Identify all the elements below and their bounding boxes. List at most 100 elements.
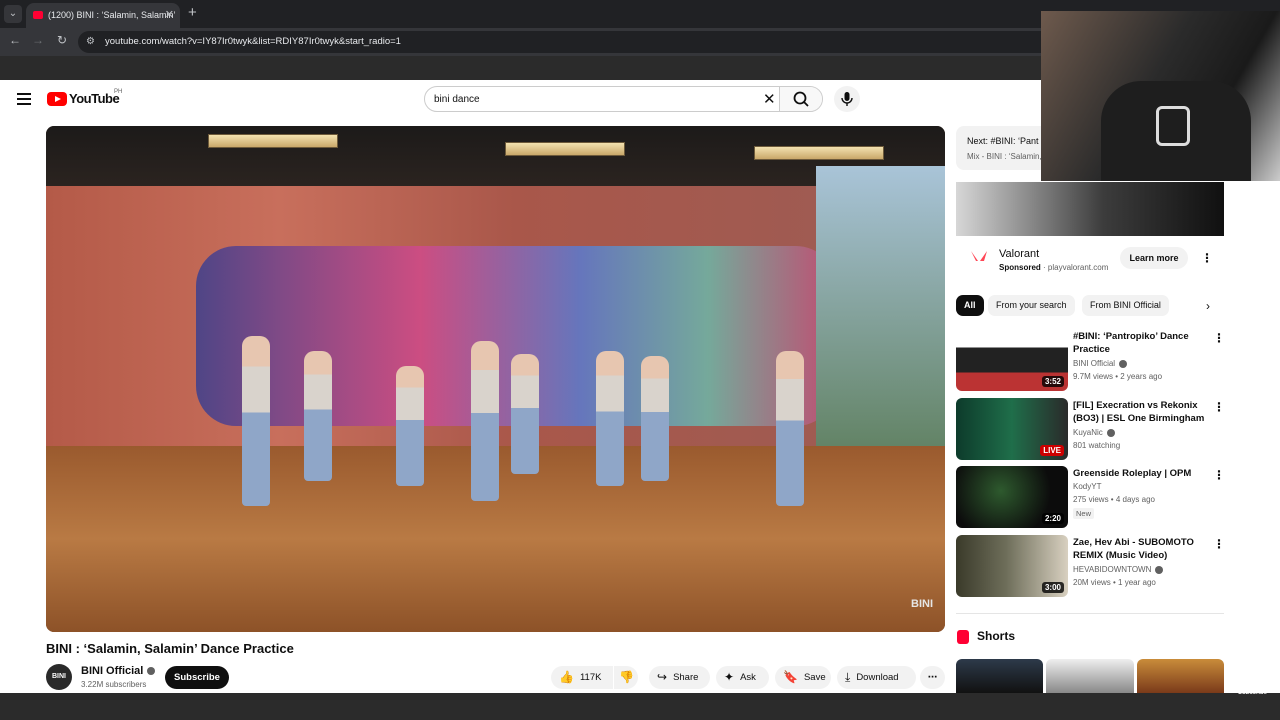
up-next-card[interactable]: Next: #BINI: ‘Pant Mix - BINI : ‘Salamin…	[956, 126, 1046, 170]
address-bar-url: youtube.com/watch?v=IY87Ir0twyk&list=RDI…	[105, 36, 401, 47]
channel-name-text: HEVABIDOWNTOWN	[1073, 565, 1152, 574]
verified-icon	[1119, 359, 1128, 368]
video-player[interactable]: BINI	[46, 126, 945, 632]
valorant-logo-icon	[971, 251, 987, 261]
video-thumbnail[interactable]: 2:20	[956, 466, 1068, 528]
address-bar[interactable]: ⚙ youtube.com/watch?v=IY87Ir0twyk&list=R…	[78, 31, 1058, 53]
dancer	[471, 341, 499, 501]
share-button[interactable]: ↪ Share	[649, 666, 710, 689]
channel-avatar[interactable]: BINI	[46, 664, 72, 690]
more-options-icon[interactable]: ⋮	[1213, 468, 1225, 482]
thumbs-down-icon: 👎	[619, 670, 634, 684]
close-tab-icon[interactable]: ✕	[165, 3, 174, 28]
short-thumbnail[interactable]	[956, 659, 1043, 693]
chip-from-your-search[interactable]: From your search	[988, 295, 1075, 316]
video-duration: 3:52	[1041, 376, 1064, 387]
dancer	[641, 356, 669, 481]
clear-search-icon[interactable]: ✕	[763, 90, 776, 108]
short-thumbnail[interactable]	[1137, 659, 1224, 693]
recommended-video[interactable]: 3:00 Zae, Hev Abi - SUBOMOTO REMIX (Musi…	[956, 535, 1225, 597]
video-title: BINI : ‘Salamin, Salamin’ Dance Practice	[46, 641, 294, 656]
microphone-icon	[841, 92, 853, 106]
sparkle-icon: ✦	[724, 670, 735, 684]
more-options-icon[interactable]: ⋮	[1213, 400, 1225, 414]
browser-tab-title: (1200) BINI : ‘Salamin, Salamin’	[48, 10, 176, 20]
channel-name[interactable]: BINI Official	[81, 665, 156, 677]
ad-banner-image[interactable]	[956, 182, 1224, 236]
more-options-icon[interactable]: ⋮	[1213, 537, 1225, 551]
verified-icon	[1155, 565, 1164, 574]
chevron-right-icon[interactable]: ›	[1198, 296, 1218, 316]
dancer	[511, 354, 539, 474]
subscribe-watermark: Subscribe	[1238, 690, 1268, 696]
ceiling-light	[208, 134, 338, 148]
reload-icon[interactable]: ↻	[53, 33, 71, 47]
bookmark-icon: 🔖	[783, 670, 798, 684]
site-info-icon[interactable]: ⚙	[86, 36, 98, 48]
chip-all[interactable]: All	[956, 295, 984, 316]
save-label: Save	[803, 672, 826, 684]
ceiling-light	[505, 142, 625, 156]
video-title[interactable]: Greenside Roleplay | OPM	[1073, 467, 1205, 480]
country-code: PH	[114, 89, 123, 95]
channel-name: KodyYT	[1073, 482, 1102, 491]
download-button[interactable]: ⤓ Download	[837, 666, 916, 689]
search-button[interactable]	[779, 87, 822, 111]
video-title[interactable]: Zae, Hev Abi - SUBOMOTO REMIX (Music Vid…	[1073, 536, 1205, 562]
search-icon	[793, 91, 809, 107]
learn-more-button[interactable]: Learn more	[1120, 247, 1188, 269]
menu-icon[interactable]	[17, 93, 31, 105]
recommended-video[interactable]: LIVE [FIL] Execration vs Rekonix (BO3) |…	[956, 398, 1225, 460]
divider	[956, 613, 1224, 614]
ad-domain: playvalorant.com	[1047, 263, 1109, 272]
video-meta: 20M views • 1 year ago	[1073, 578, 1156, 587]
new-tab-icon[interactable]: +	[188, 4, 197, 21]
video-meta: 801 watching	[1073, 441, 1121, 450]
more-actions-icon[interactable]: ⋯	[920, 666, 945, 689]
short-thumbnail[interactable]	[1046, 659, 1134, 693]
save-button[interactable]: 🔖 Save	[775, 666, 831, 689]
ad-title[interactable]: Valorant	[999, 248, 1039, 260]
chip-from-bini-official[interactable]: From BINI Official	[1082, 295, 1169, 316]
video-duration: 2:20	[1041, 513, 1064, 524]
more-options-icon[interactable]: ⋮	[1213, 331, 1225, 345]
webcam-overlay	[1041, 11, 1280, 181]
subscribe-button[interactable]: Subscribe	[165, 666, 229, 689]
download-label: Download	[856, 672, 899, 684]
dislike-button[interactable]: 👎	[614, 666, 638, 689]
like-count: 117K	[579, 672, 602, 684]
search-input[interactable]	[434, 91, 754, 107]
verified-icon	[1106, 428, 1115, 437]
download-icon: ⤓	[845, 670, 851, 684]
video-title[interactable]: [FIL] Execration vs Rekonix (BO3) | ESL …	[1073, 399, 1205, 426]
shorts-heading: Shorts	[977, 629, 1016, 643]
video-title[interactable]: #BINI: ‘Pantropiko’ Dance Practice	[1073, 330, 1205, 356]
shorts-icon	[957, 630, 969, 644]
video-watermark: BINI	[911, 598, 933, 610]
up-next-subtitle: Mix - BINI : ‘Salamin,	[967, 152, 1042, 161]
tab-search-icon[interactable]: ⌄	[4, 5, 22, 23]
dancer	[396, 366, 424, 486]
video-thumbnail[interactable]: LIVE	[956, 398, 1068, 460]
thumbs-up-icon: 👍	[559, 670, 574, 684]
ceiling-light	[754, 146, 884, 160]
dancer	[776, 351, 804, 506]
share-icon: ↪	[657, 670, 668, 684]
channel-name-text: BINI Official	[1073, 359, 1116, 368]
ad-more-icon[interactable]: ⋮	[1201, 251, 1213, 265]
ask-button[interactable]: ✦ Ask	[716, 666, 769, 689]
video-duration: 3:00	[1041, 582, 1064, 593]
dancer	[596, 351, 624, 486]
recommended-video[interactable]: 2:20 Greenside Roleplay | OPM KodyYT 275…	[956, 466, 1225, 528]
like-button[interactable]: 👍 117K	[551, 666, 613, 689]
video-thumbnail[interactable]: 3:52	[956, 329, 1068, 391]
forward-icon[interactable]: →	[29, 33, 47, 47]
video-meta: 9.7M views • 2 years ago	[1073, 372, 1163, 381]
voice-search-button[interactable]	[834, 86, 860, 112]
video-thumbnail[interactable]: 3:00	[956, 535, 1068, 597]
back-icon[interactable]: ←	[6, 33, 24, 47]
youtube-play-icon	[47, 92, 67, 106]
channel-name: HEVABIDOWNTOWN	[1073, 565, 1164, 574]
recommended-video[interactable]: 3:52 #BINI: ‘Pantropiko’ Dance Practice …	[956, 329, 1225, 391]
browser-tab[interactable]: (1200) BINI : ‘Salamin, Salamin’ ✕	[26, 3, 180, 28]
